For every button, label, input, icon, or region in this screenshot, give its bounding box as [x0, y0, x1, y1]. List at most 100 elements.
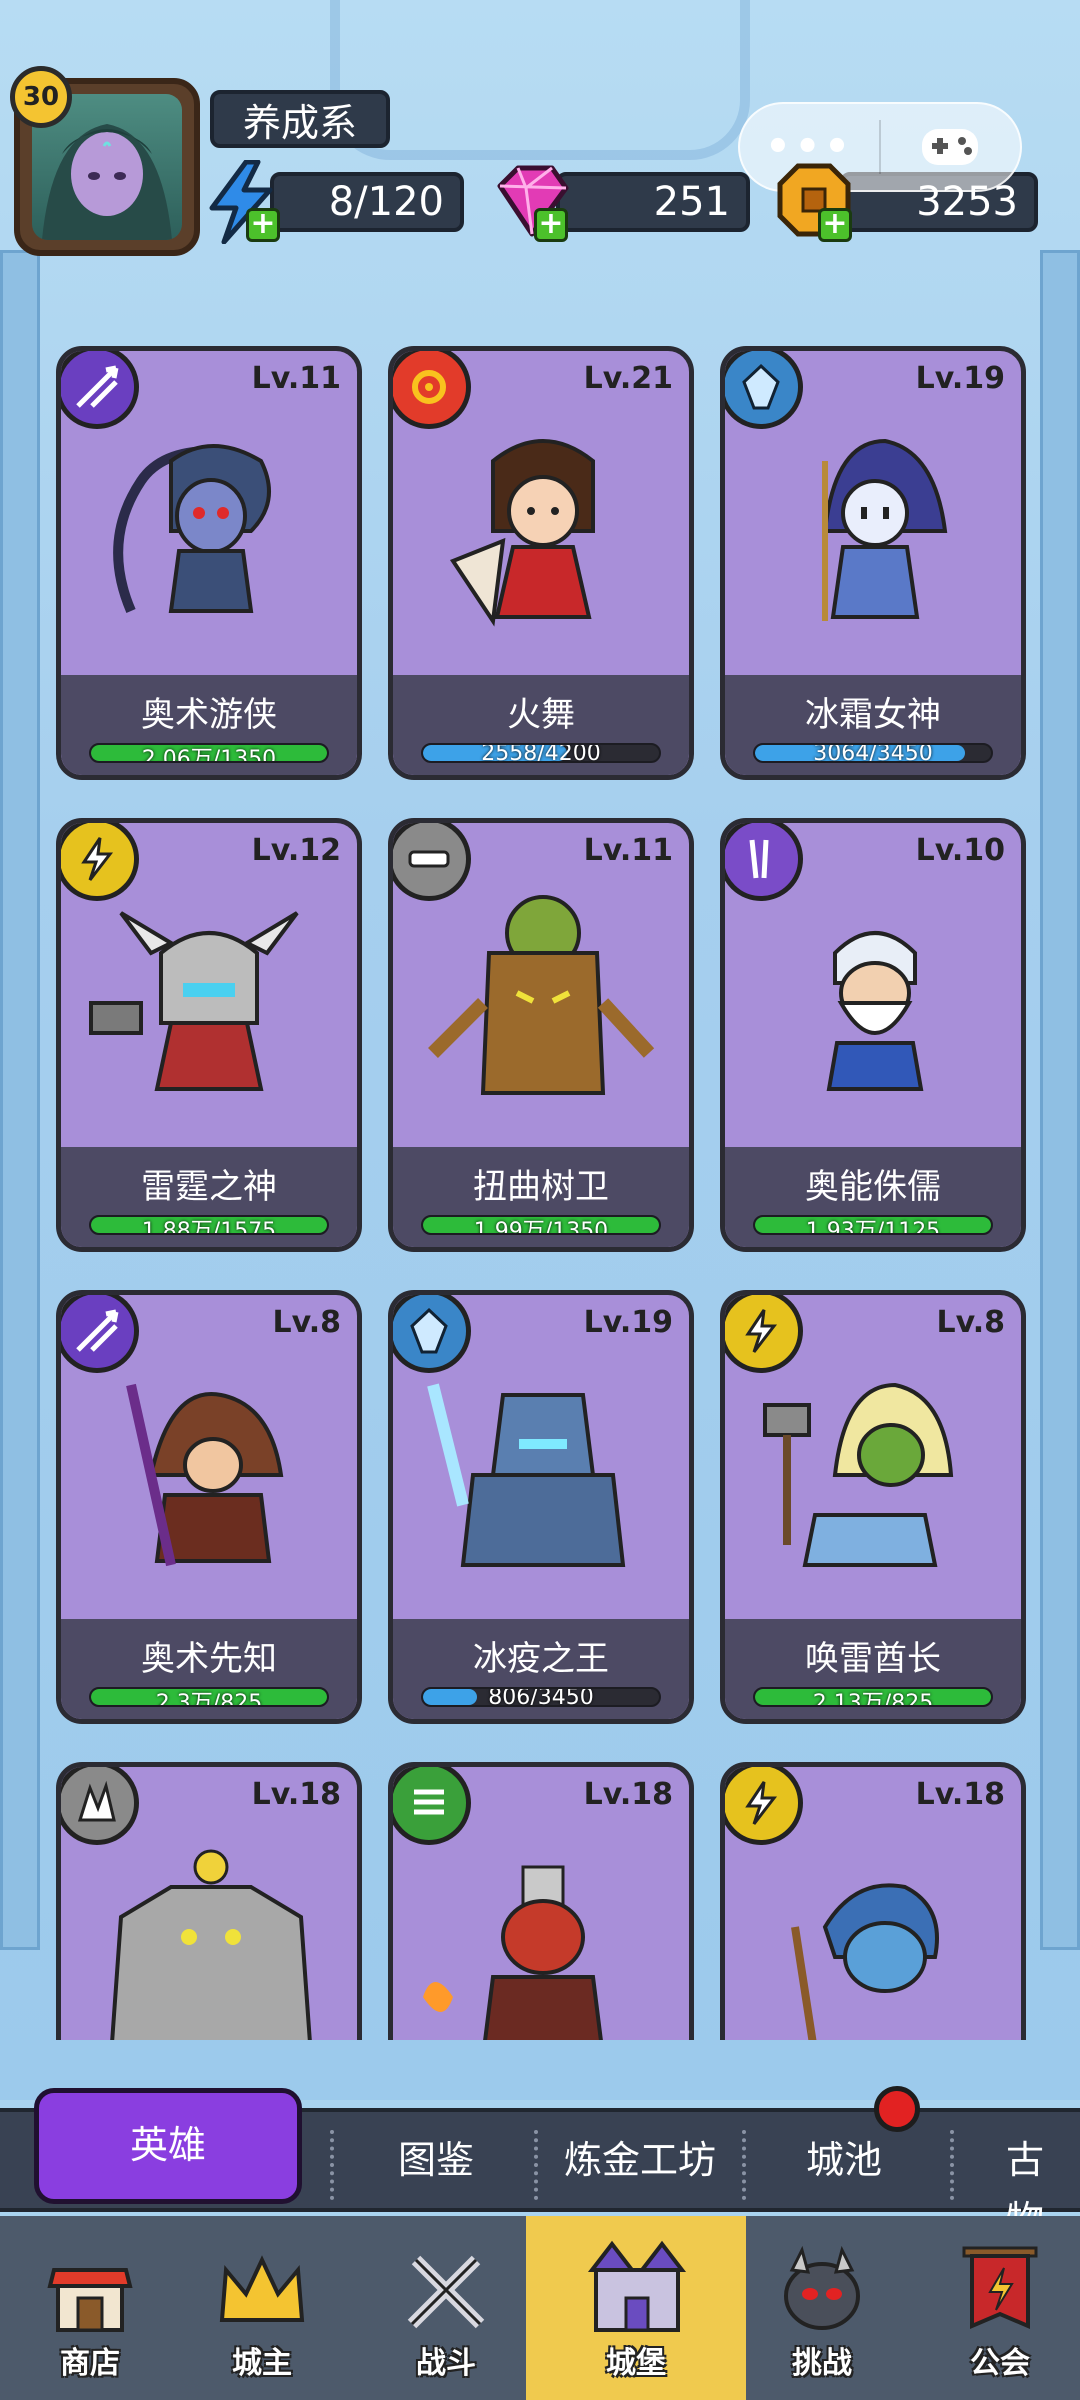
tab-divider — [534, 2130, 538, 2200]
hero-shard-count: 806/3450 — [488, 1687, 594, 1707]
hero-plate: 火舞 2558/4200 — [393, 675, 689, 775]
arcane-element-icon — [725, 823, 803, 901]
gamepad-button[interactable] — [881, 104, 1020, 190]
hero-card[interactable]: Lv.11 奥术游侠 2.06万/1350 — [56, 346, 362, 780]
tab-codex[interactable]: 图鉴 — [398, 2130, 474, 2190]
hero-name: 冰霜女神 — [805, 695, 941, 735]
nav-label: 挑战 — [792, 2346, 852, 2381]
nav-challenge[interactable]: 挑战 — [732, 2216, 912, 2400]
add-gems-button[interactable]: + — [534, 208, 568, 242]
hero-portrait — [725, 421, 1021, 641]
hero-level: Lv.18 — [583, 1777, 673, 1812]
hero-level: Lv.18 — [251, 1777, 341, 1812]
hero-shard-count: 3064/3450 — [813, 743, 933, 763]
lightning-element-icon — [725, 1295, 803, 1373]
hero-shard-count: 2.3万/825 — [155, 1691, 263, 1707]
arcane-arrows-element-icon — [61, 1295, 139, 1373]
hero-card[interactable]: Lv.18 — [720, 1762, 1026, 2040]
hero-level: Lv.8 — [272, 1305, 342, 1340]
hero-shard-count: 2558/4200 — [481, 743, 601, 763]
background-pillar-left — [0, 250, 40, 1950]
hero-level: Lv.11 — [583, 833, 673, 868]
hero-name: 冰疫之王 — [473, 1639, 609, 1679]
add-gold-button[interactable]: + — [818, 208, 852, 242]
hero-portrait — [61, 1837, 357, 2040]
hero-portrait — [393, 1365, 689, 1585]
hero-shard-count: 1.93万/1125 — [805, 1219, 941, 1235]
hero-name: 雷霆之神 — [141, 1167, 277, 1207]
hero-name: 奥能侏儒 — [805, 1167, 941, 1207]
hero-shard-progress: 1.88万/1575 — [89, 1215, 329, 1235]
hero-card[interactable]: Lv.11 扭曲树卫 1.99万/1350 — [388, 818, 694, 1252]
wind-element-icon — [393, 1767, 471, 1845]
nav-castle[interactable]: 城堡 — [526, 2216, 746, 2400]
notification-dot — [874, 2086, 920, 2132]
demon-icon — [772, 2240, 872, 2340]
hero-shard-count: 2.06万/1350 — [141, 747, 277, 763]
hero-plate: 奥能侏儒 1.93万/1125 — [725, 1147, 1021, 1247]
hero-card[interactable]: Lv.12 雷霆之神 1.88万/1575 — [56, 818, 362, 1252]
hero-grid: Lv.11 奥术游侠 2.06万/1350 Lv.21 火舞 2558/4200… — [56, 346, 1026, 2040]
hero-card[interactable]: Lv.18 — [56, 1762, 362, 2040]
gem-counter: 251 — [556, 172, 750, 232]
shop-icon — [40, 2240, 140, 2340]
rock-element-icon — [61, 1767, 139, 1845]
add-energy-button[interactable]: + — [246, 208, 280, 242]
player-level-badge: 30 — [10, 66, 72, 128]
hero-plate: 雷霆之神 1.88万/1575 — [61, 1147, 357, 1247]
crown-icon — [212, 2240, 312, 2340]
ice-crystal-element-icon — [393, 1295, 471, 1373]
hero-name: 扭曲树卫 — [473, 1167, 609, 1207]
nav-battle[interactable]: 战斗 — [356, 2216, 536, 2400]
nav-shop[interactable]: 商店 — [0, 2216, 180, 2400]
castle-icon — [582, 2230, 692, 2340]
hero-card[interactable]: Lv.8 奥术先知 2.3万/825 — [56, 1290, 362, 1724]
hero-level: Lv.19 — [915, 361, 1005, 396]
hero-shard-progress: 2.3万/825 — [89, 1687, 329, 1707]
hero-plate: 奥术先知 2.3万/825 — [61, 1619, 357, 1719]
nav-guild[interactable]: 公会 — [910, 2216, 1080, 2400]
hero-card[interactable]: Lv.8 唤雷酋长 2.13万/825 — [720, 1290, 1026, 1724]
tab-city[interactable]: 城池 — [806, 2130, 882, 2190]
hero-shard-count: 2.13万/825 — [812, 1691, 934, 1707]
hero-card[interactable]: Lv.19 冰霜女神 3064/3450 — [720, 346, 1026, 780]
hero-plate: 唤雷酋长 2.13万/825 — [725, 1619, 1021, 1719]
hero-card[interactable]: Lv.19 冰疫之王 806/3450 — [388, 1290, 694, 1724]
hero-shard-progress: 2558/4200 — [421, 743, 661, 763]
hero-portrait — [61, 1365, 357, 1585]
tab-relics[interactable]: 古物 — [1006, 2130, 1080, 2242]
hero-card[interactable]: Lv.21 火舞 2558/4200 — [388, 346, 694, 780]
hero-shard-progress: 806/3450 — [421, 1687, 661, 1707]
guild-banner-icon — [950, 2240, 1050, 2340]
tab-divider — [950, 2130, 954, 2200]
hero-shard-count: 1.88万/1575 — [141, 1219, 277, 1235]
tab-heroes[interactable]: 英雄 — [34, 2088, 302, 2204]
hero-level: Lv.19 — [583, 1305, 673, 1340]
hero-portrait — [393, 893, 689, 1113]
arcane-arrows-element-icon — [61, 351, 139, 429]
lightning-element-icon — [725, 1767, 803, 1845]
lightning-element-icon — [61, 823, 139, 901]
hero-plate: 奥术游侠 2.06万/1350 — [61, 675, 357, 775]
hero-portrait — [61, 893, 357, 1113]
hero-level: Lv.8 — [936, 1305, 1006, 1340]
hero-plate: 扭曲树卫 1.99万/1350 — [393, 1147, 689, 1247]
background-emblem — [330, 0, 750, 160]
nav-lord[interactable]: 城主 — [172, 2216, 352, 2400]
hero-level: Lv.10 — [915, 833, 1005, 868]
nav-label: 商店 — [60, 2346, 120, 2381]
hero-portrait — [393, 421, 689, 641]
hero-shard-progress: 2.13万/825 — [753, 1687, 993, 1707]
tab-alchemy-workshop[interactable]: 炼金工坊 — [564, 2130, 716, 2190]
hero-shard-count: 1.99万/1350 — [473, 1219, 609, 1235]
hero-card[interactable]: Lv.10 奥能侏儒 1.93万/1125 — [720, 818, 1026, 1252]
hero-name: 奥术先知 — [141, 1639, 277, 1679]
tab-divider — [742, 2130, 746, 2200]
shield-element-icon — [393, 823, 471, 901]
hero-card[interactable]: Lv.18 — [388, 1762, 694, 2040]
hero-portrait — [725, 893, 1021, 1113]
energy-counter: 8/120 — [270, 172, 464, 232]
hero-name: 奥术游侠 — [141, 695, 277, 735]
nav-label: 城堡 — [606, 2346, 666, 2381]
fire-ring-element-icon — [393, 351, 471, 429]
